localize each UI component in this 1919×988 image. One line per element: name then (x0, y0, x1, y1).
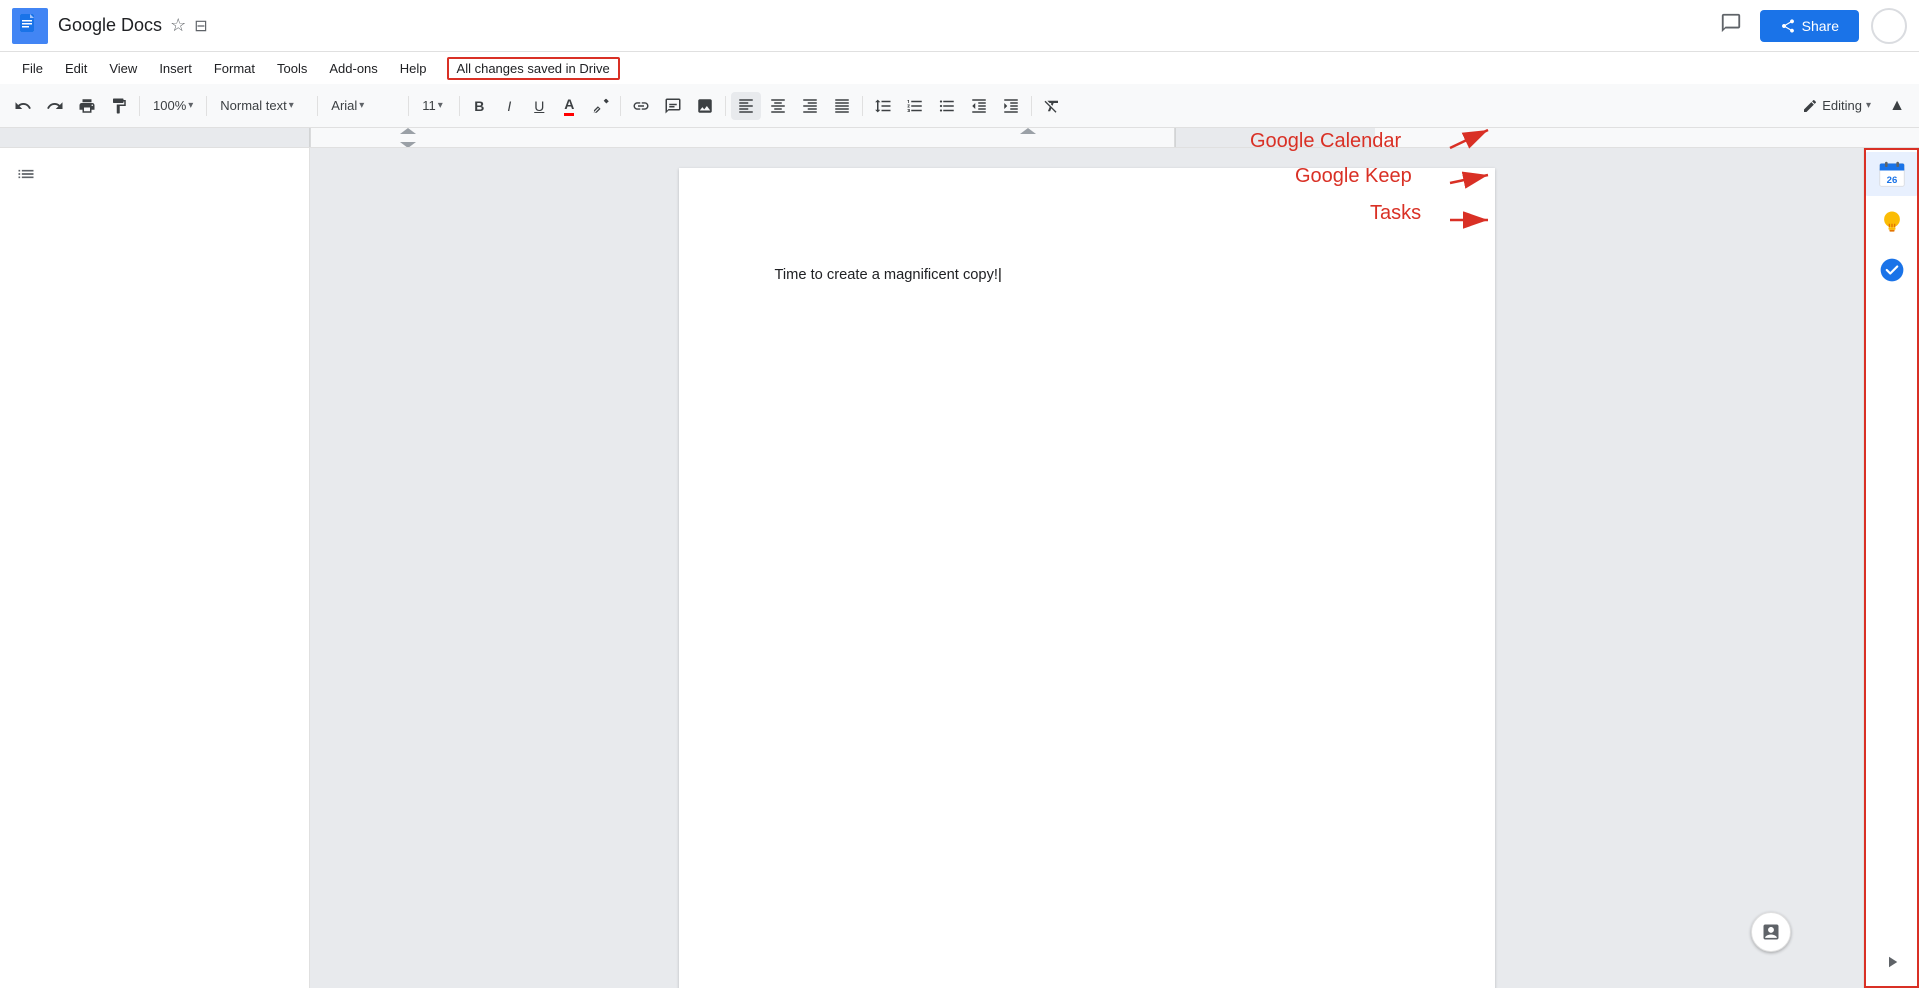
keep-button[interactable] (1870, 200, 1914, 244)
menu-edit[interactable]: Edit (55, 57, 97, 80)
italic-icon: I (507, 98, 511, 114)
style-value: Normal text (220, 98, 286, 113)
svg-text:26: 26 (1886, 175, 1897, 186)
line-spacing-button[interactable] (868, 92, 898, 120)
zoom-chevron: ▾ (188, 100, 193, 111)
share-label: Share (1802, 18, 1839, 34)
divider-3 (317, 96, 318, 116)
divider-7 (725, 96, 726, 116)
assistant-button[interactable] (1751, 912, 1791, 952)
paint-format-button[interactable] (104, 92, 134, 120)
print-button[interactable] (72, 92, 102, 120)
menu-view[interactable]: View (99, 57, 147, 80)
share-button[interactable]: Share (1760, 10, 1859, 42)
divider-2 (206, 96, 207, 116)
doc-text: Time to create a magnificent copy! (775, 267, 998, 283)
calendar-button[interactable]: 26 (1864, 152, 1919, 196)
font-value: Arial (331, 98, 357, 113)
menu-insert[interactable]: Insert (149, 57, 202, 80)
redo-button[interactable] (40, 92, 70, 120)
title-bar-right: Share (1714, 6, 1907, 46)
insert-image-button[interactable] (690, 92, 720, 120)
bold-button[interactable]: B (465, 92, 493, 120)
editing-chevron: ▾ (1866, 100, 1871, 111)
font-dropdown[interactable]: Arial ▾ (323, 92, 403, 120)
text-cursor (998, 267, 1002, 283)
divider-4 (408, 96, 409, 116)
numbered-list-button[interactable] (900, 92, 930, 120)
undo-button[interactable] (8, 92, 38, 120)
font-chevron: ▾ (359, 100, 364, 111)
doc-content[interactable]: Time to create a magnificent copy! (775, 264, 1399, 286)
expand-sidebar-button[interactable] (1870, 940, 1914, 984)
collapse-toolbar-button[interactable]: ▲ (1883, 92, 1911, 120)
underline-icon: U (534, 98, 544, 114)
font-color-button[interactable]: A (555, 92, 583, 120)
right-sidebar: 26 (1863, 148, 1919, 988)
justify-button[interactable] (827, 92, 857, 120)
font-size-chevron: ▾ (438, 100, 443, 111)
font-size-dropdown[interactable]: 11 ▾ (414, 92, 454, 120)
doc-icon (12, 8, 48, 44)
divider-9 (1031, 96, 1032, 116)
star-icon[interactable]: ☆ (170, 15, 186, 36)
editing-dropdown[interactable]: Editing ▾ (1794, 94, 1879, 118)
tasks-button[interactable] (1870, 248, 1914, 292)
avatar[interactable] (1871, 8, 1907, 44)
outline-icon[interactable] (16, 164, 36, 189)
title-bar: Google Docs ☆ ⊟ Share (0, 0, 1919, 52)
zoom-value: 100% (153, 98, 186, 113)
body-area: Time to create a magnificent copy! 26 (0, 148, 1919, 988)
divider-1 (139, 96, 140, 116)
bold-icon: B (474, 98, 484, 114)
menu-tools[interactable]: Tools (267, 57, 317, 80)
insert-comment-button[interactable] (658, 92, 688, 120)
divider-5 (459, 96, 460, 116)
style-chevron: ▾ (289, 100, 294, 111)
increase-indent-button[interactable] (996, 92, 1026, 120)
doc-title[interactable]: Google Docs (58, 15, 162, 36)
highlight-button[interactable] (585, 92, 615, 120)
editing-label: Editing (1822, 98, 1862, 113)
menu-bar: File Edit View Insert Format Tools Add-o… (0, 52, 1919, 84)
link-button[interactable] (626, 92, 656, 120)
menu-help[interactable]: Help (390, 57, 437, 80)
all-changes-saved: All changes saved in Drive (447, 57, 620, 80)
toolbar: 100% ▾ Normal text ▾ Arial ▾ 11 ▾ B I U … (0, 84, 1919, 128)
doc-page: Time to create a magnificent copy! (679, 168, 1495, 988)
divider-8 (862, 96, 863, 116)
align-left-button[interactable] (731, 92, 761, 120)
menu-format[interactable]: Format (204, 57, 265, 80)
ruler (0, 128, 1919, 148)
bulleted-list-button[interactable] (932, 92, 962, 120)
doc-title-row: Google Docs ☆ ⊟ (58, 15, 1714, 36)
align-right-button[interactable] (795, 92, 825, 120)
left-panel (0, 148, 310, 988)
toolbar-right: Editing ▾ ▲ (1794, 92, 1911, 120)
folder-icon[interactable]: ⊟ (194, 16, 207, 36)
doc-area[interactable]: Time to create a magnificent copy! (310, 148, 1863, 988)
bottom-toolbar (1751, 912, 1791, 952)
align-center-button[interactable] (763, 92, 793, 120)
font-size-value: 11 (422, 98, 436, 113)
decrease-indent-button[interactable] (964, 92, 994, 120)
font-color-icon: A (564, 96, 574, 116)
style-dropdown[interactable]: Normal text ▾ (212, 92, 312, 120)
divider-6 (620, 96, 621, 116)
comment-button[interactable] (1714, 6, 1748, 46)
menu-file[interactable]: File (12, 57, 53, 80)
underline-button[interactable]: U (525, 92, 553, 120)
italic-button[interactable]: I (495, 92, 523, 120)
zoom-dropdown[interactable]: 100% ▾ (145, 92, 201, 120)
title-area: Google Docs ☆ ⊟ (58, 15, 1714, 36)
clear-formatting-button[interactable] (1037, 92, 1067, 120)
menu-addons[interactable]: Add-ons (319, 57, 387, 80)
